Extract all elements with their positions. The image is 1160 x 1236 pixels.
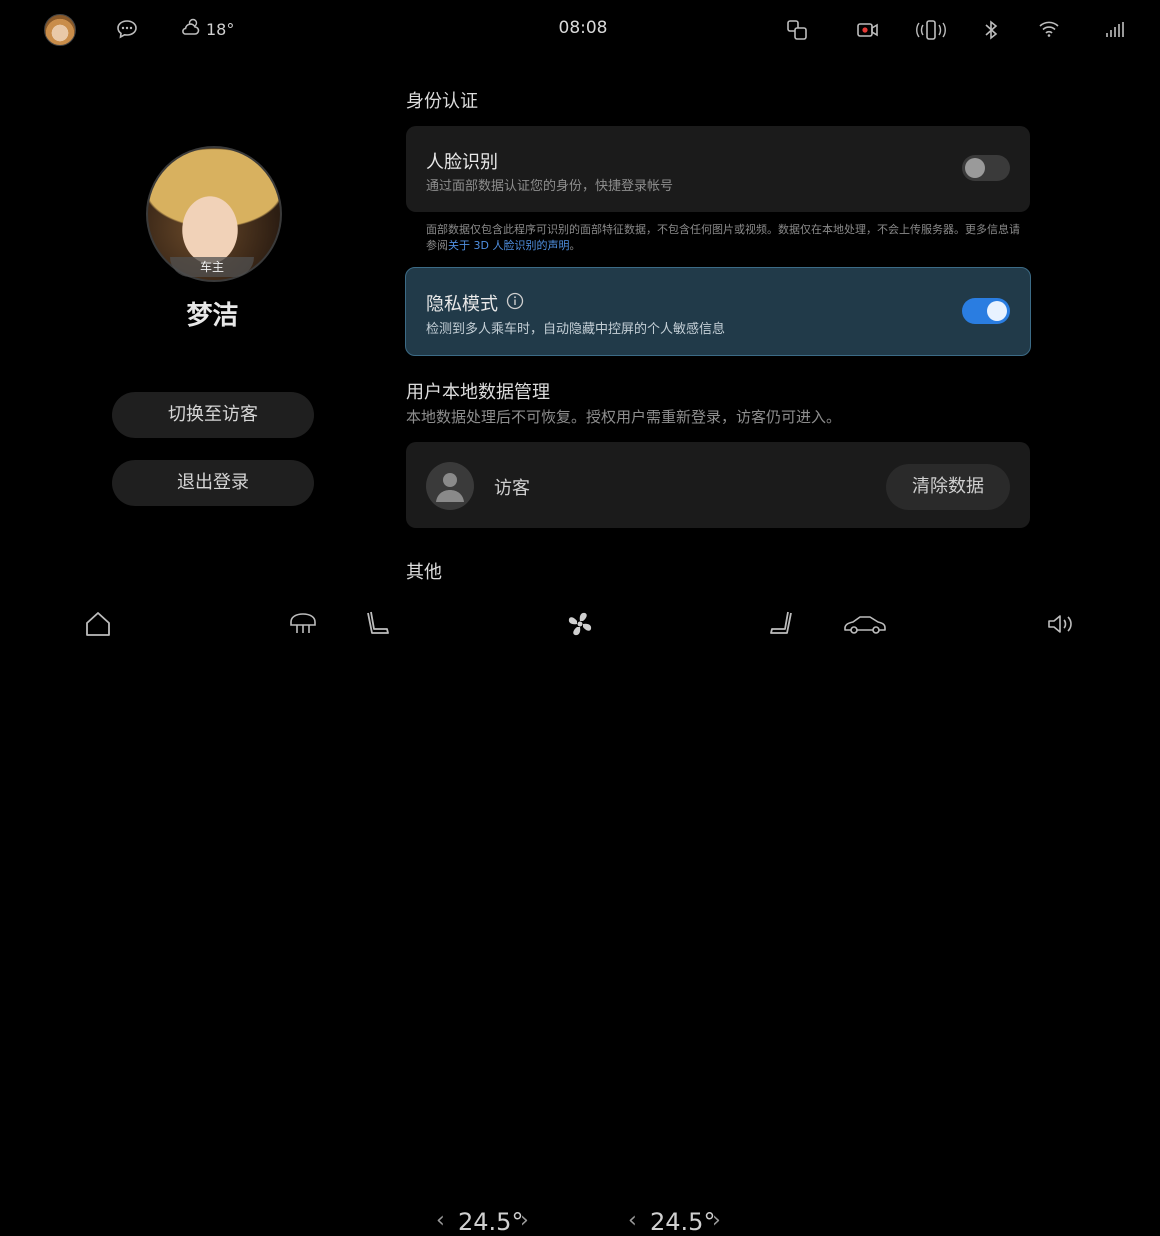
privacy-mode-subtitle: 检测到多人乘车时，自动隐藏中控屏的个人敏感信息 (426, 322, 726, 337)
seat-heat-icon[interactable] (364, 609, 392, 643)
status-bar: 18° 08:08 (0, 0, 1160, 58)
clock: 08:08 (558, 18, 608, 38)
toggle-knob (965, 158, 985, 178)
signal-icon (1104, 22, 1126, 42)
face-recognition-subtitle: 通过面部数据认证您的身份，快捷登录帐号 (426, 179, 674, 194)
right-temperature: 24.5° (650, 1208, 716, 1236)
seat-vent-icon[interactable] (768, 609, 796, 643)
weather-icon (180, 17, 202, 41)
switch-to-guest-button[interactable]: 切换至访客 (112, 392, 314, 438)
other-section-title: 其他 (406, 562, 442, 583)
toggle-knob (987, 301, 1007, 321)
car-icon[interactable] (842, 612, 888, 640)
weather-temperature: 18° (206, 19, 235, 39)
fan-icon[interactable] (565, 609, 595, 643)
weather-widget[interactable]: 18° (180, 17, 234, 41)
face-recognition-card[interactable]: 人脸识别 通过面部数据认证您的身份，快捷登录帐号 (406, 126, 1030, 212)
face-recognition-title: 人脸识别 (426, 152, 498, 173)
status-avatar[interactable] (44, 14, 76, 46)
rear-defrost-icon[interactable] (288, 610, 318, 642)
clear-data-button[interactable]: 清除数据 (886, 464, 1010, 510)
wifi-icon[interactable] (1038, 20, 1060, 42)
left-temp-decrease[interactable]: ‹ (436, 1208, 445, 1233)
owner-badge: 车主 (170, 257, 254, 277)
note-end: 。 (569, 239, 581, 252)
face-statement-link[interactable]: 关于 3D 人脸识别的声明 (448, 239, 569, 252)
privacy-mode-toggle[interactable] (962, 298, 1010, 324)
right-temp-increase[interactable]: › (712, 1208, 721, 1233)
profile-name: 梦洁 (186, 301, 239, 331)
local-data-section-title: 用户本地数据管理 (406, 382, 550, 403)
guest-avatar-icon (426, 462, 474, 510)
left-temperature: 24.5° (458, 1208, 524, 1236)
home-icon[interactable] (84, 610, 112, 642)
screen-cast-icon[interactable] (786, 19, 808, 45)
climate-bar: ‹ 24.5° › ‹ 24.5° › (0, 596, 1160, 1236)
guest-label: 访客 (494, 478, 530, 499)
local-data-subtitle: 本地数据处理后不可恢复。授权用户需重新登录，访客仍可进入。 (406, 408, 842, 426)
face-recognition-toggle[interactable] (962, 155, 1010, 181)
privacy-mode-card[interactable]: 隐私模式 检测到多人乘车时，自动隐藏中控屏的个人敏感信息 (405, 267, 1031, 356)
vibrate-icon[interactable] (916, 19, 946, 45)
guest-data-card: 访客 清除数据 (406, 442, 1030, 528)
message-icon[interactable] (116, 19, 138, 44)
left-temp-increase[interactable]: › (520, 1208, 529, 1233)
info-icon[interactable] (506, 292, 524, 314)
identity-section-title: 身份认证 (406, 91, 478, 112)
right-temp-decrease[interactable]: ‹ (628, 1208, 637, 1233)
bluetooth-icon[interactable] (982, 19, 1000, 45)
recording-camera-icon[interactable] (856, 20, 880, 44)
face-data-note: 面部数据仅包含此程序可识别的面部特征数据，不包含任何图片或视频。数据仅在本地处理… (426, 222, 1022, 254)
logout-button[interactable]: 退出登录 (112, 460, 314, 506)
privacy-title-row: 隐私模式 (426, 290, 524, 316)
volume-icon[interactable] (1046, 612, 1076, 640)
privacy-mode-title: 隐私模式 (426, 294, 498, 315)
